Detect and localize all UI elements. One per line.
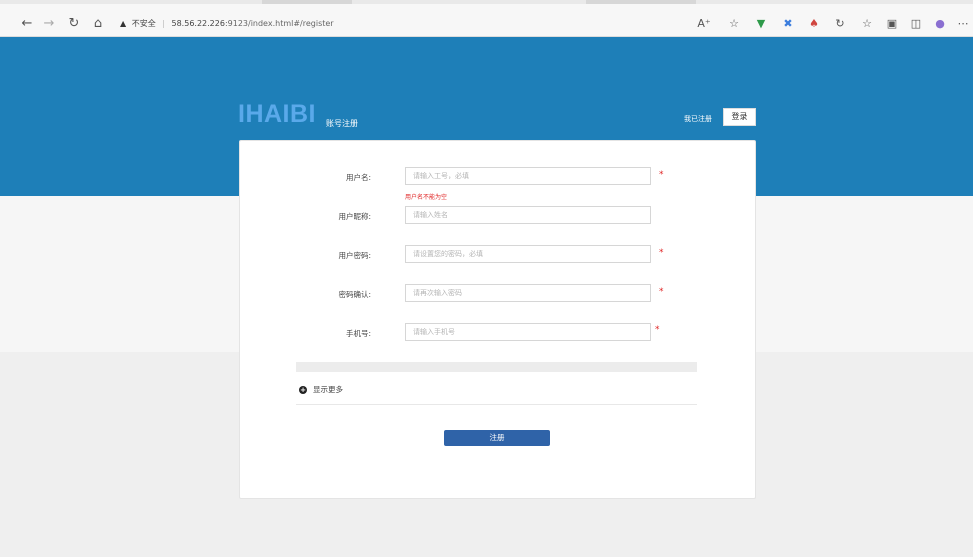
already-registered-text: 我已注册 [684, 115, 712, 123]
favorites-icon[interactable]: ☆ [726, 15, 742, 33]
url-host: 58.56.22.226 [171, 19, 225, 28]
favorites-bar-icon[interactable]: ☆ [859, 15, 875, 33]
username-input[interactable]: 请输入工号，必填 [405, 167, 651, 185]
show-more-toggle[interactable]: + 显示更多 [299, 384, 343, 395]
register-button[interactable]: 注册 [444, 430, 550, 446]
home-icon[interactable]: ⌂ [89, 15, 107, 33]
page-title: 账号注册 [326, 119, 358, 128]
forward-icon[interactable]: → [40, 15, 58, 33]
plus-circle-icon: + [299, 385, 307, 394]
site-logo: IHAIBI [238, 100, 316, 128]
more-icon[interactable]: ⋯ [955, 15, 971, 33]
read-aloud-icon[interactable]: A⁺ [696, 15, 712, 33]
nickname-label: 用户昵称: [338, 212, 371, 221]
feedback-icon[interactable]: ◫ [908, 15, 924, 33]
profile-icon[interactable]: ● [932, 15, 948, 33]
username-required-mark: * [659, 170, 664, 180]
login-button[interactable]: 登录 [723, 108, 756, 126]
confirm-password-input[interactable]: 请再次输入密码 [405, 284, 651, 302]
phone-required-mark: * [655, 325, 660, 335]
section-divider-bar [296, 362, 697, 372]
show-more-label: 显示更多 [313, 385, 343, 394]
back-icon[interactable]: ← [18, 15, 36, 33]
extension-shield-icon[interactable]: ▼ [753, 15, 769, 33]
phone-input[interactable]: 请输入手机号 [405, 323, 651, 341]
divider [296, 404, 697, 405]
collections-icon[interactable]: ▣ [884, 15, 900, 33]
password-required-mark: * [659, 248, 664, 258]
warning-icon: ▲ [120, 19, 127, 28]
password-input[interactable]: 请设置您的密码，必填 [405, 245, 651, 263]
address-separator: | [162, 19, 165, 28]
username-label: 用户名: [345, 173, 371, 182]
extension-c-icon[interactable]: ↻ [832, 15, 848, 33]
address-bar[interactable]: ▲ 不安全 | 58.56.22.226:9123/index.html#/re… [120, 16, 334, 32]
security-label: 不安全 [131, 19, 156, 28]
tab-strip [0, 0, 973, 4]
password-label: 用户密码: [338, 251, 371, 260]
username-error: 用户名不能为空 [405, 194, 448, 201]
browser-toolbar: ← → ↻ ⌂ ▲ 不安全 | 58.56.22.226:9123/index.… [0, 0, 973, 37]
phone-label: 手机号: [345, 329, 371, 338]
refresh-icon[interactable]: ↻ [65, 15, 83, 33]
extension-color-icon[interactable]: ♠ [806, 15, 822, 33]
confirm-password-label: 密码确认: [338, 290, 371, 299]
nickname-input[interactable]: 请输入姓名 [405, 206, 651, 224]
extension-leaf-icon[interactable]: ✖ [780, 15, 796, 33]
confirm-password-required-mark: * [659, 287, 664, 297]
url-path: :9123/index.html#/register [224, 19, 334, 28]
